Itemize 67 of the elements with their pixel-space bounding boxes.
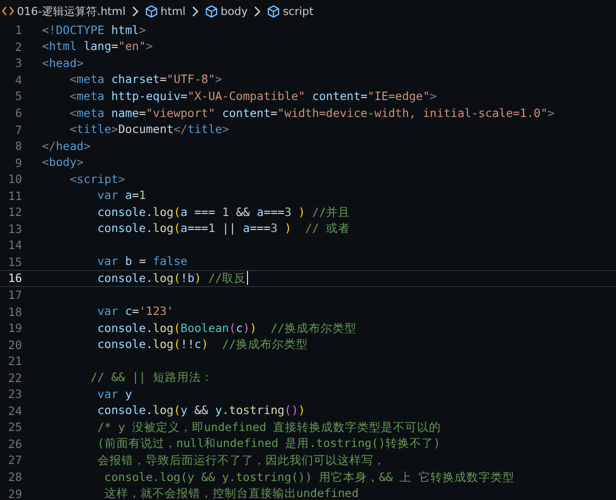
cube-icon bbox=[204, 4, 218, 18]
code-line: (前面有说过，null和undefined 是用.tostring()转换不了) bbox=[96, 436, 440, 452]
cube-icon bbox=[144, 4, 158, 18]
code-line: <script> bbox=[68, 172, 126, 187]
code-line: var a=1 bbox=[96, 188, 146, 204]
code-line: <head> bbox=[42, 56, 84, 71]
line-number: 15 bbox=[7, 254, 23, 269]
line-number: 11 bbox=[7, 188, 23, 203]
line-number: 7 bbox=[14, 122, 23, 137]
code-line: /* y 没被定义，即undefined 直接转换成数字类型是不可以的 bbox=[96, 420, 442, 435]
text-cursor bbox=[247, 271, 248, 286]
code-line: <meta name="viewport" content="width=device-width, initial-scale=1.0"> bbox=[68, 106, 554, 121]
line-number: 18 bbox=[7, 304, 23, 319]
line-number: 28 bbox=[7, 470, 23, 484]
line-number: 25 bbox=[7, 420, 23, 434]
line-number: 27 bbox=[7, 453, 23, 468]
line-number: 6 bbox=[14, 106, 23, 120]
code-icon bbox=[2, 6, 14, 16]
code-line: <!DOCTYPE html> bbox=[42, 22, 146, 38]
line-number: 17 bbox=[7, 288, 23, 302]
code-line: console.log(y && y.tostring()) 用它本身，&& 上 它转换成数字类型 bbox=[103, 470, 515, 485]
line-number: 1 bbox=[14, 23, 23, 38]
breadcrumb-item[interactable]: 016-逻辑运算符.html bbox=[2, 4, 126, 18]
line-number: 29 bbox=[7, 486, 23, 500]
breadcrumb-item[interactable]: script bbox=[266, 4, 314, 18]
line-number: 5 bbox=[14, 89, 23, 104]
code-line: </head> bbox=[42, 138, 90, 154]
line-number: 14 bbox=[7, 238, 23, 252]
breadcrumb-item[interactable]: html bbox=[144, 4, 186, 18]
chevron-icon bbox=[192, 6, 199, 16]
line-number: 10 bbox=[7, 172, 23, 186]
line-number: 9 bbox=[14, 156, 23, 170]
breadcrumb-item[interactable]: body bbox=[204, 4, 248, 18]
code-line: var b = false bbox=[96, 254, 188, 270]
line-number: 24 bbox=[7, 404, 23, 418]
code-line: <meta charset="UTF-8"> bbox=[68, 72, 222, 88]
code-line: console.log(!!c) //换成布尔类型 bbox=[96, 337, 308, 352]
code-line: console.log(a === 1 && a===3 ) //并且 bbox=[96, 204, 350, 220]
code-line: console.log(a===1 || a===3 ) // 或者 bbox=[96, 221, 350, 236]
code-line: 会报错，导致后面运行不了了，因此我们可以这样写， bbox=[96, 453, 386, 468]
cube-icon bbox=[266, 4, 280, 18]
line-number: 26 bbox=[7, 436, 23, 451]
code-line: // && || 短路用法： bbox=[89, 370, 213, 386]
code-line: console.log(!b) //取反 bbox=[96, 270, 246, 286]
code-line: console.log(Boolean(c)) //换成布尔类型 bbox=[96, 320, 356, 336]
code-line: var c='123' bbox=[96, 304, 174, 320]
code-line: <html lang="en"> bbox=[42, 39, 153, 54]
line-number: 4 bbox=[14, 72, 23, 87]
line-number: 20 bbox=[7, 338, 23, 352]
code-line: <body> bbox=[42, 155, 84, 170]
line-number: 19 bbox=[7, 321, 23, 336]
code-line: var y bbox=[96, 386, 132, 402]
line-number: 16 bbox=[7, 271, 23, 286]
line-number: 22 bbox=[7, 370, 23, 385]
code-line: <title>Document</title> bbox=[68, 122, 229, 138]
line-number: 3 bbox=[14, 56, 23, 70]
line-number: 12 bbox=[7, 205, 23, 220]
code-line: 这样，就不会报错，控制台直接输出undefined bbox=[103, 486, 359, 500]
code-line: console.log(y && y.tostring()) bbox=[96, 403, 306, 418]
line-number: 23 bbox=[7, 387, 23, 402]
chevron-icon bbox=[132, 6, 139, 16]
line-number: 8 bbox=[14, 139, 23, 154]
line-number: 21 bbox=[7, 354, 23, 368]
code-line: <meta http-equiv="X-UA-Compatible" content="IE=edge"> bbox=[68, 88, 437, 104]
line-number: 13 bbox=[7, 222, 23, 236]
chevron-icon bbox=[254, 6, 261, 16]
line-number: 2 bbox=[14, 40, 23, 54]
